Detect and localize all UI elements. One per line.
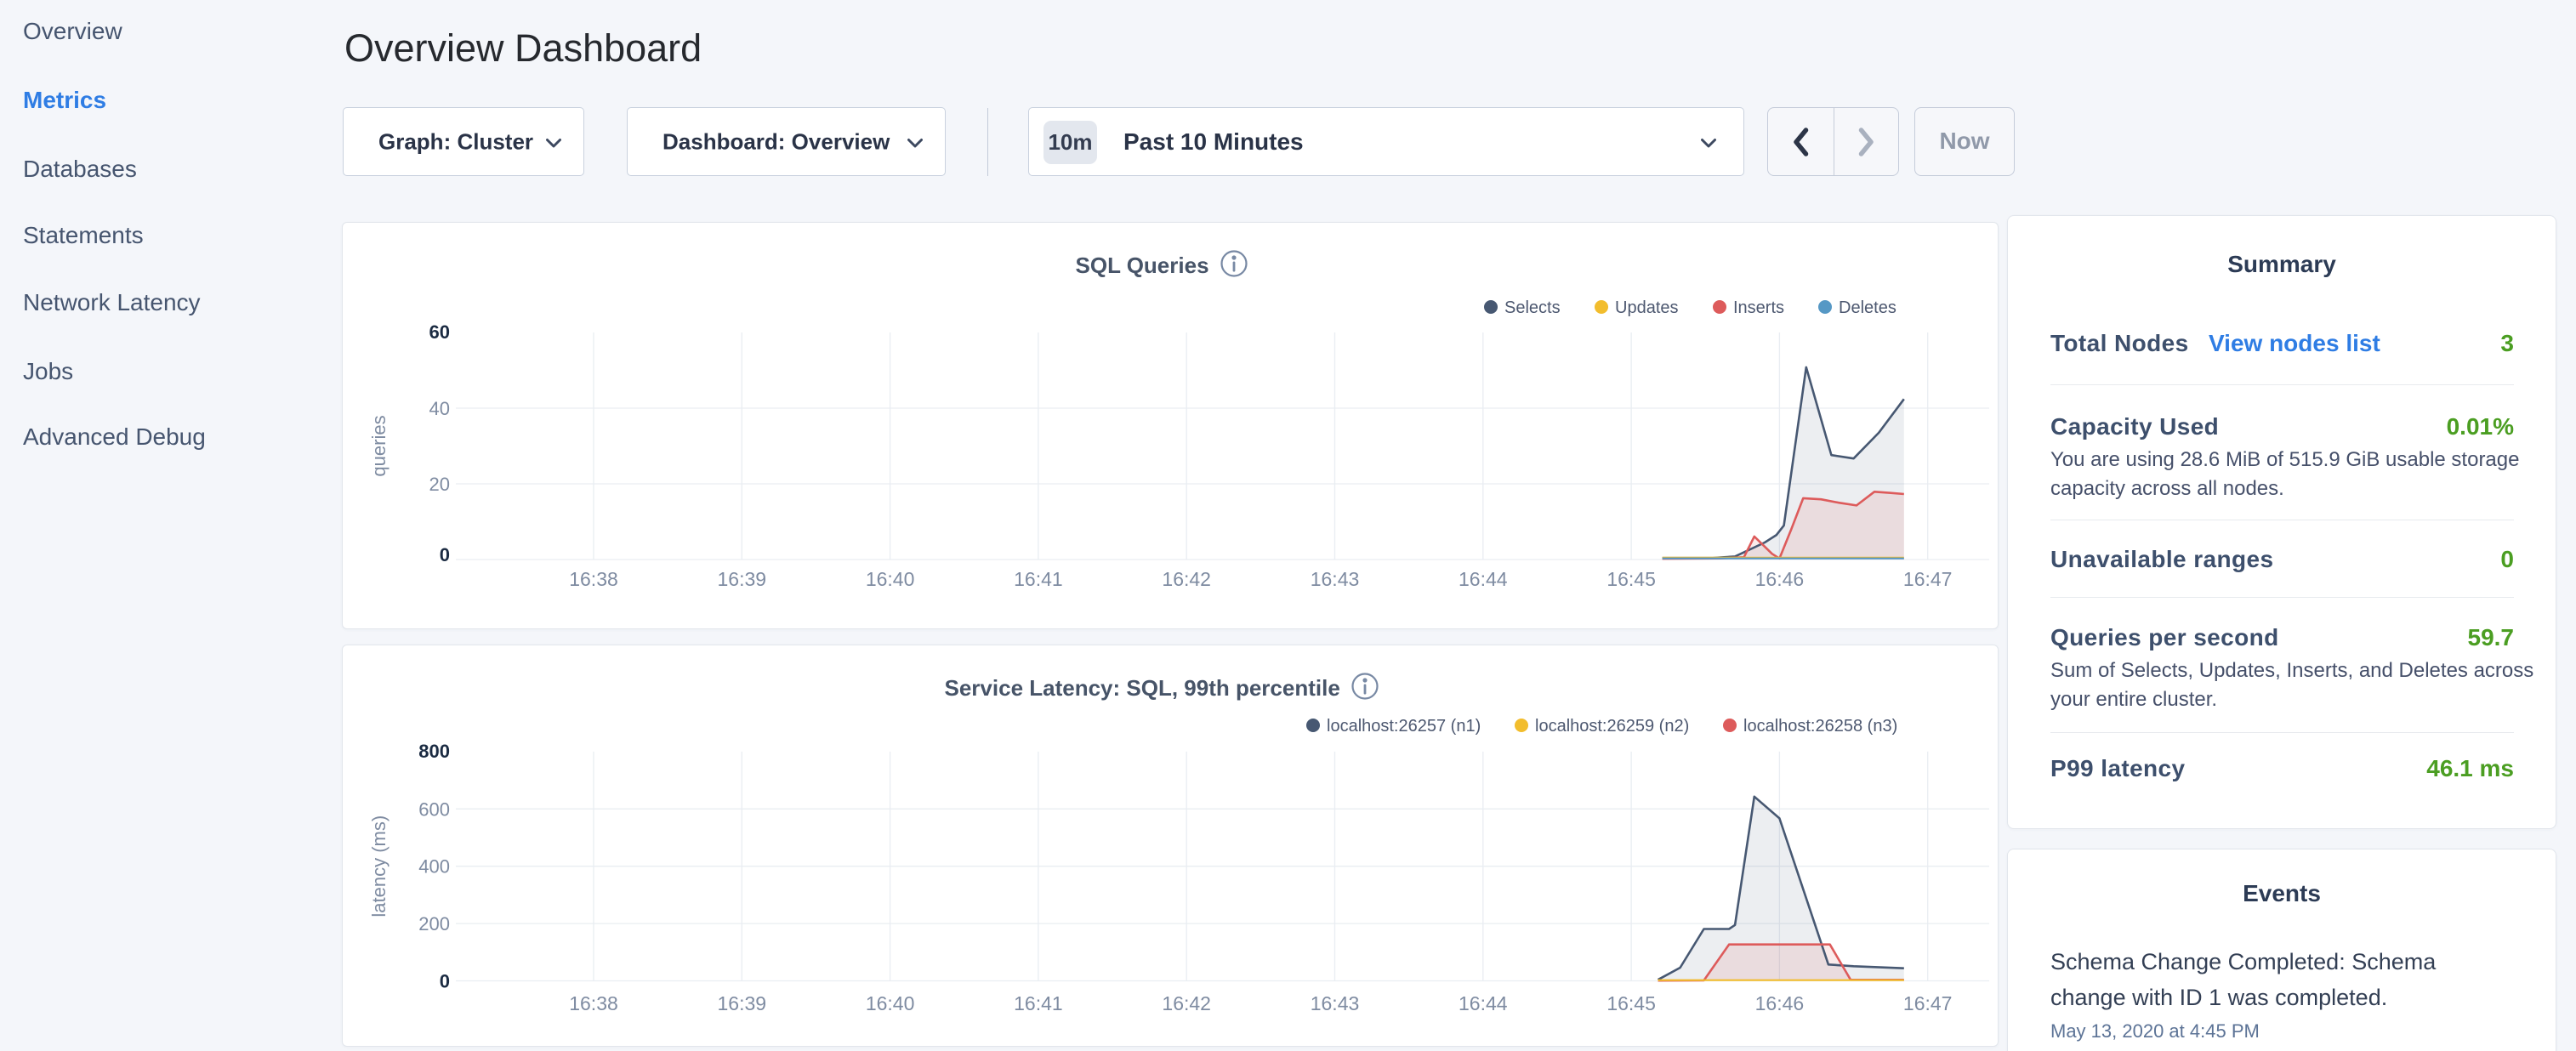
svg-text:16:41: 16:41	[1014, 568, 1063, 590]
svg-text:40: 40	[429, 398, 450, 419]
svg-text:localhost:26259 (n2): localhost:26259 (n2)	[1535, 717, 1689, 736]
svg-text:800: 800	[418, 741, 450, 762]
svg-text:16:46: 16:46	[1755, 568, 1805, 590]
svg-text:16:45: 16:45	[1606, 992, 1656, 1014]
svg-text:16:42: 16:42	[1162, 992, 1211, 1014]
svg-text:200: 200	[418, 913, 450, 935]
svg-text:SQL Queries: SQL Queries	[1076, 253, 1209, 278]
svg-text:60: 60	[429, 321, 450, 343]
svg-text:20: 20	[429, 474, 450, 495]
svg-text:16:38: 16:38	[569, 992, 618, 1014]
svg-text:16:39: 16:39	[718, 992, 767, 1014]
svg-text:Selects: Selects	[1504, 298, 1561, 317]
svg-text:16:40: 16:40	[866, 992, 915, 1014]
svg-text:400: 400	[418, 856, 450, 878]
svg-text:16:46: 16:46	[1755, 992, 1805, 1014]
svg-text:16:47: 16:47	[1903, 992, 1953, 1014]
svg-text:16:44: 16:44	[1459, 992, 1508, 1014]
svg-text:16:43: 16:43	[1311, 992, 1360, 1014]
svg-text:Updates: Updates	[1615, 298, 1679, 317]
svg-text:16:42: 16:42	[1162, 568, 1211, 590]
svg-text:latency (ms): latency (ms)	[368, 815, 390, 917]
svg-text:16:41: 16:41	[1014, 992, 1063, 1014]
svg-text:0: 0	[440, 544, 450, 565]
svg-text:Deletes: Deletes	[1839, 298, 1896, 317]
svg-text:16:47: 16:47	[1903, 568, 1953, 590]
svg-text:0: 0	[440, 971, 450, 992]
svg-text:16:39: 16:39	[718, 568, 767, 590]
svg-text:localhost:26257 (n1): localhost:26257 (n1)	[1327, 717, 1481, 736]
svg-text:Service Latency: SQL, 99th per: Service Latency: SQL, 99th percentile	[945, 675, 1340, 701]
svg-text:16:45: 16:45	[1606, 568, 1656, 590]
svg-text:16:40: 16:40	[866, 568, 915, 590]
svg-text:Inserts: Inserts	[1733, 298, 1784, 317]
svg-text:16:43: 16:43	[1311, 568, 1360, 590]
svg-text:600: 600	[418, 798, 450, 820]
svg-text:queries: queries	[368, 415, 390, 476]
svg-text:16:44: 16:44	[1459, 568, 1508, 590]
svg-text:localhost:26258 (n3): localhost:26258 (n3)	[1743, 717, 1897, 736]
svg-text:16:38: 16:38	[569, 568, 618, 590]
